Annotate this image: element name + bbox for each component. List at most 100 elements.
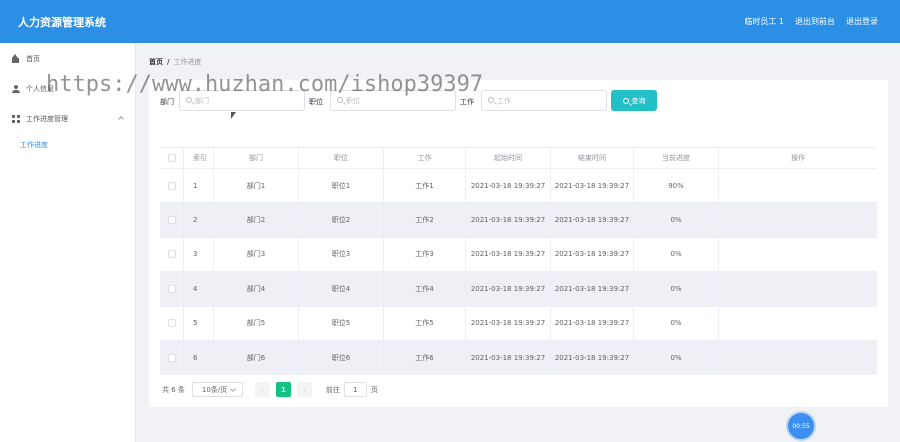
app-title: 人力资源管理系统 [18, 16, 106, 29]
cell-end-time: 2021-03-18 19:39:27 [551, 169, 634, 203]
cell-actions [719, 341, 877, 374]
row-checkbox[interactable] [167, 181, 176, 190]
column-header-position: 职位 [299, 148, 384, 168]
pagination: 共 6 条 10条/页 ‹ 1 › 前往 1 页 [162, 382, 378, 397]
work-search-input[interactable] [497, 94, 597, 108]
current-user-link[interactable]: 临时员工 1 [744, 16, 784, 27]
cell-work: 工作1 [384, 169, 466, 203]
logout-link[interactable]: 退出登录 [846, 16, 878, 27]
row-select-cell[interactable] [160, 169, 184, 203]
chevron-up-icon[interactable] [118, 116, 124, 122]
cell-actions [719, 238, 877, 271]
cell-position: 职位4 [299, 272, 384, 306]
timer-badge[interactable]: 00:55 [788, 413, 814, 439]
mouse-cursor-icon [231, 112, 237, 122]
cell-dept: 部门2 [214, 203, 299, 237]
select-all-checkbox[interactable] [167, 154, 176, 162]
cell-dept: 部门5 [214, 306, 299, 340]
select-all-cell[interactable] [160, 148, 184, 168]
cell-index: 3 [184, 237, 214, 272]
sidebar-item-label: 首页 [26, 55, 40, 63]
prev-page-button[interactable]: ‹ [254, 382, 270, 397]
cell-position: 职位5 [299, 306, 384, 340]
cell-index: 2 [184, 203, 214, 237]
top-header: 人力资源管理系统 临时员工 1 退出到前台 退出登录 [0, 0, 900, 43]
cell-actions [719, 307, 877, 340]
row-select-cell[interactable] [160, 203, 184, 237]
cell-start-time: 2021-03-18 19:39:27 [466, 237, 551, 272]
row-select-cell[interactable] [160, 340, 184, 375]
cell-start-time: 2021-03-18 19:39:27 [466, 169, 551, 203]
cell-progress: 90% [634, 169, 719, 203]
table-row[interactable]: 4 部门4 职位4 工作4 2021-03-18 19:39:27 2021-0… [160, 272, 877, 307]
cell-end-time: 2021-03-18 19:39:27 [551, 203, 634, 237]
cell-end-time: 2021-03-18 19:39:27 [551, 306, 634, 340]
breadcrumb-current: 工作进度 [173, 58, 202, 66]
cell-position: 职位3 [299, 237, 384, 272]
home-icon [12, 54, 20, 63]
sidebar-item-home[interactable]: 首页 [12, 54, 40, 64]
table-row[interactable]: 2 部门2 职位2 工作2 2021-03-18 19:39:27 2021-0… [160, 203, 877, 238]
row-select-cell[interactable] [160, 237, 184, 272]
row-checkbox[interactable] [167, 250, 176, 259]
table-row[interactable]: 1 部门1 职位1 工作1 2021-03-18 19:39:27 2021-0… [160, 169, 877, 204]
table-row[interactable]: 6 部门6 职位6 工作6 2021-03-18 19:39:27 2021-0… [160, 340, 877, 376]
cell-position: 职位1 [299, 169, 384, 203]
grid-icon [12, 115, 20, 123]
cell-work: 工作2 [384, 203, 466, 237]
work-filter-field[interactable] [481, 90, 607, 111]
row-select-cell[interactable] [160, 306, 184, 340]
cell-actions [719, 272, 877, 305]
cell-work: 工作5 [384, 306, 466, 340]
row-checkbox[interactable] [167, 353, 176, 362]
cell-progress: 0% [634, 203, 719, 237]
next-page-button[interactable]: › [296, 382, 312, 397]
work-progress-table: 索引 部门 职位 工作 起始时间 结束时间 当前进度 操作 1 部门1 职位1 … [160, 147, 877, 376]
work-filter-label: 工作 [460, 98, 474, 106]
cell-actions [719, 203, 877, 236]
page-size-select[interactable]: 10条/页 [191, 382, 243, 397]
cell-progress: 0% [634, 272, 719, 306]
row-checkbox[interactable] [167, 216, 176, 225]
goto-label: 前往 [325, 385, 340, 394]
row-checkbox[interactable] [167, 319, 176, 328]
cell-progress: 0% [634, 340, 719, 375]
table-row[interactable]: 5 部门5 职位5 工作5 2021-03-18 19:39:27 2021-0… [160, 306, 877, 341]
cell-dept: 部门6 [214, 340, 299, 375]
breadcrumb-home[interactable]: 首页 [149, 58, 163, 66]
sidebar-item-work-progress-mgmt[interactable]: 工作进度管理 [12, 114, 68, 124]
table-header-row: 索引 部门 职位 工作 起始时间 结束时间 当前进度 操作 [160, 147, 877, 169]
breadcrumb: 首页 / 工作进度 [149, 57, 202, 67]
cell-position: 职位6 [299, 340, 384, 375]
sidebar-subitem-work-progress[interactable]: 工作进度 [20, 140, 48, 150]
query-button[interactable]: 查询 [611, 90, 657, 111]
page-jump-input[interactable]: 1 [343, 382, 367, 397]
user-icon [12, 85, 20, 93]
column-header-index: 索引 [184, 148, 214, 168]
query-button-label: 查询 [631, 96, 646, 105]
sidebar-item-label: 工作进度管理 [26, 115, 68, 123]
cell-end-time: 2021-03-18 19:39:27 [551, 272, 634, 306]
main-panel: 部门 职位 工作 查询 索引 部门 职位 工作 起始时间 结束时间 当前进度 操… [149, 80, 888, 407]
cell-dept: 部门3 [214, 237, 299, 272]
page-unit-label: 页 [370, 385, 378, 394]
cell-index: 6 [184, 340, 214, 375]
column-header-dept: 部门 [214, 148, 299, 168]
row-select-cell[interactable] [160, 272, 184, 306]
table-row[interactable]: 3 部门3 职位3 工作3 2021-03-18 19:39:27 2021-0… [160, 237, 877, 273]
cell-work: 工作3 [384, 237, 466, 272]
cell-start-time: 2021-03-18 19:39:27 [466, 203, 551, 237]
cell-start-time: 2021-03-18 19:39:27 [466, 272, 551, 306]
watermark-text: https://www.huzhan.com/ishop39397 [46, 72, 484, 97]
search-icon [337, 97, 343, 103]
back-to-frontend-link[interactable]: 退出到前台 [795, 16, 835, 27]
cell-start-time: 2021-03-18 19:39:27 [466, 306, 551, 340]
column-header-end-time: 结束时间 [551, 148, 634, 168]
dept-filter-label: 部门 [160, 98, 174, 106]
cell-end-time: 2021-03-18 19:39:27 [551, 237, 634, 272]
breadcrumb-separator: / [167, 58, 170, 66]
row-checkbox[interactable] [167, 284, 176, 293]
cell-index: 5 [184, 306, 214, 340]
page-number-current[interactable]: 1 [275, 382, 291, 397]
cell-actions [719, 169, 877, 202]
